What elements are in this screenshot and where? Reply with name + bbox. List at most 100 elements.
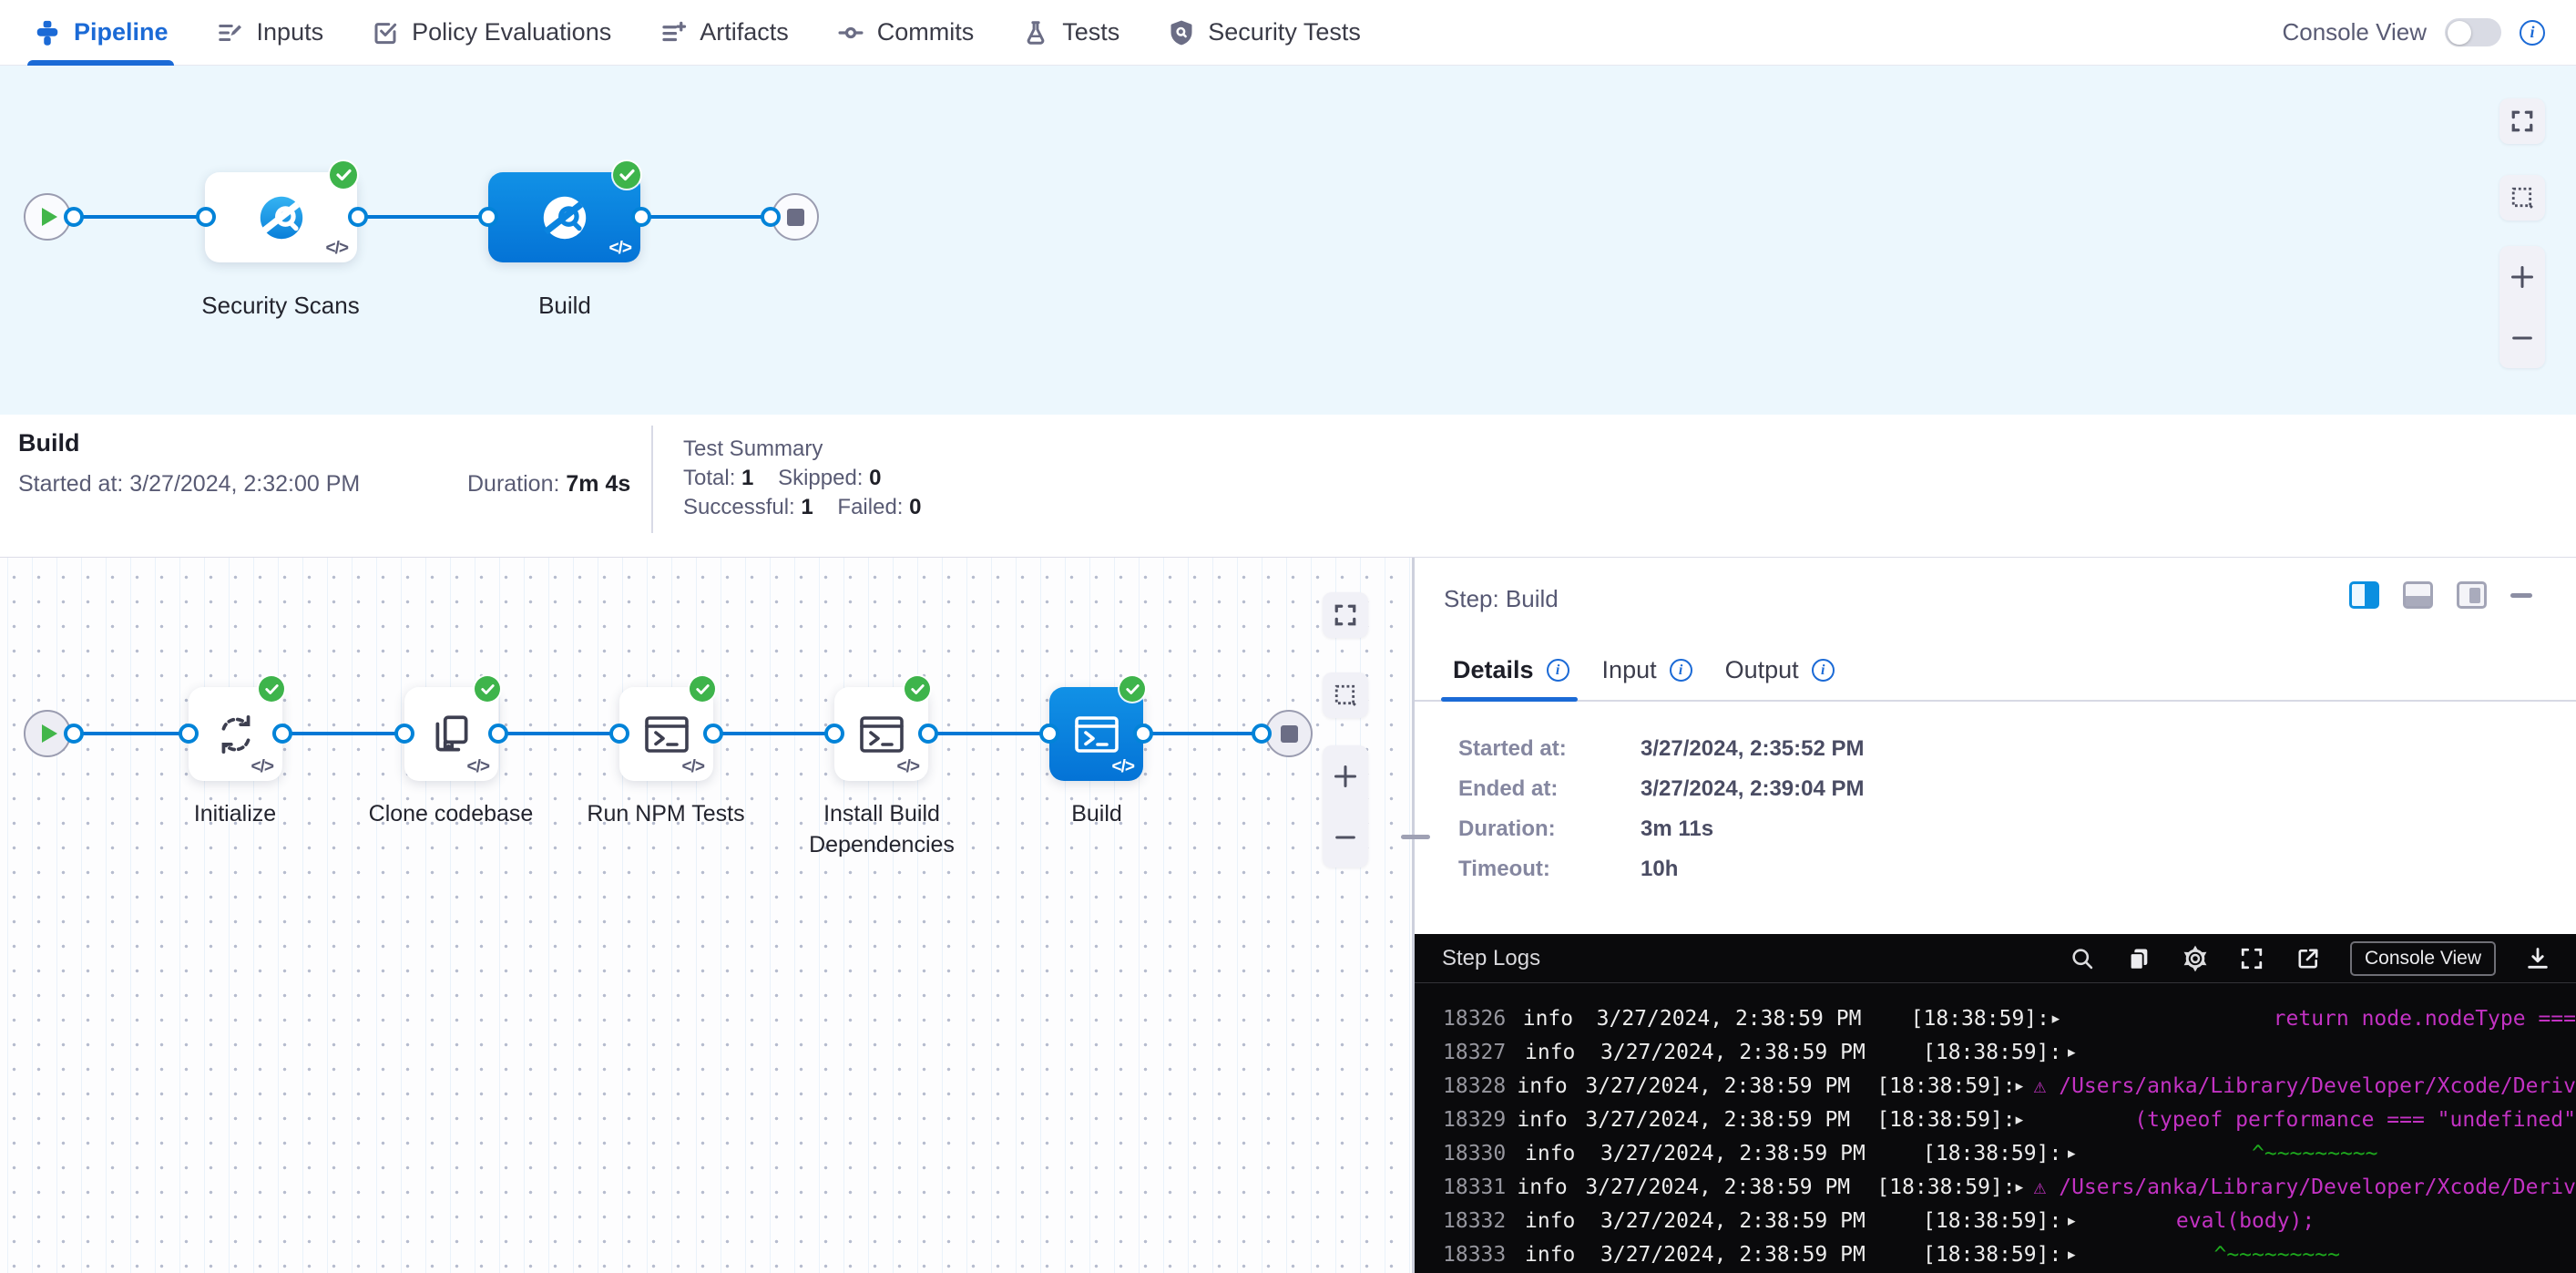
log-row[interactable]: 18326info3/27/2024, 2:38:59 PM[18:38:59]… (1415, 1002, 2576, 1036)
pipeline-icon (33, 18, 62, 47)
expand-logs-button[interactable] (2237, 944, 2266, 973)
info-icon[interactable]: i (1812, 659, 1835, 682)
log-row[interactable]: 18330info3/27/2024, 2:38:59 PM[18:38:59]… (1415, 1137, 2576, 1171)
stage-graph-canvas[interactable]: </> </> Security Scans Build (0, 66, 2576, 415)
tab-pipeline[interactable]: Pipeline (33, 0, 169, 66)
tab-artifacts[interactable]: Artifacts (659, 0, 789, 66)
zoom-in-button[interactable] (1323, 749, 1368, 804)
node-port (631, 207, 651, 227)
tab-label: Security Tests (1208, 18, 1361, 46)
zoom-out-button[interactable] (1323, 810, 1368, 865)
initialize-icon (213, 712, 259, 757)
expand-arrow-icon[interactable]: ▸ (2068, 1238, 2088, 1272)
log-row[interactable]: 18329info3/27/2024, 2:38:59 PM[18:38:59]… (1415, 1104, 2576, 1137)
tab-label: Inputs (257, 18, 324, 46)
log-line-number: 18327 (1443, 1036, 1525, 1070)
log-row[interactable]: 18328info3/27/2024, 2:38:59 PM[18:38:59]… (1415, 1070, 2576, 1104)
success-badge (259, 676, 284, 702)
tab-commits[interactable]: Commits (836, 0, 975, 66)
tab-label: Details (1453, 656, 1534, 684)
tab-policy-evaluations[interactable]: Policy Evaluations (371, 0, 611, 66)
terminal-icon (1073, 713, 1120, 756)
plus-icon (1333, 764, 1358, 789)
download-logs-button[interactable] (2523, 944, 2552, 973)
step-logs-title: Step Logs (1442, 946, 1540, 971)
tab-label: Input (1602, 656, 1657, 684)
zoom-out-button[interactable] (2499, 311, 2545, 365)
console-view-button[interactable]: Console View (2350, 941, 2496, 976)
stage-end-node[interactable] (1265, 710, 1313, 757)
log-row[interactable]: 18333info3/27/2024, 2:38:59 PM[18:38:59]… (1415, 1238, 2576, 1272)
code-glyph: </> (326, 239, 348, 259)
stop-icon (1281, 725, 1298, 743)
tab-security-tests[interactable]: Security Tests (1167, 0, 1361, 66)
fit-to-screen-button[interactable] (1323, 592, 1368, 638)
zoom-in-button[interactable] (2499, 250, 2545, 304)
test-summary-row2: Successful: 1 Failed: 0 (683, 493, 922, 522)
step-label-run-npm-tests[interactable]: Run NPM Tests (557, 798, 775, 829)
layout-floating-panel-button[interactable] (2457, 581, 2487, 609)
expand-arrow-icon[interactable]: ▸ (2068, 1137, 2088, 1171)
failed-value: 0 (909, 495, 921, 519)
tab-label: Commits (877, 18, 975, 46)
layout-right-panel-button[interactable] (2349, 581, 2379, 609)
log-date: 3/27/2024, 2:38:59 PM (1600, 1205, 1923, 1238)
expand-arrow-icon[interactable]: ▸ (2016, 1104, 2034, 1137)
panel-layout-controls (2349, 581, 2532, 609)
tab-input[interactable]: Input i (1602, 656, 1692, 684)
log-level: info (1517, 1070, 1585, 1104)
node-port (488, 724, 508, 744)
node-port (196, 207, 216, 227)
fullscreen-icon (2240, 947, 2264, 970)
copy-logs-button[interactable] (2124, 944, 2153, 973)
log-date: 3/27/2024, 2:38:59 PM (1585, 1104, 1876, 1137)
log-level: info (1525, 1205, 1600, 1238)
log-date: 3/27/2024, 2:38:59 PM (1597, 1002, 1911, 1036)
open-in-new-tab-button[interactable] (2294, 944, 2323, 973)
info-icon[interactable]: i (2520, 20, 2545, 46)
stage-label-build[interactable]: Build (428, 290, 701, 321)
minimize-panel-button[interactable] (2510, 593, 2532, 598)
expand-arrow-icon[interactable]: ▸ (2016, 1171, 2034, 1205)
log-settings-button[interactable] (2181, 944, 2210, 973)
plus-icon (2510, 264, 2535, 290)
log-row[interactable]: 18331info3/27/2024, 2:38:59 PM[18:38:59]… (1415, 1171, 2576, 1205)
log-row[interactable]: 18327info3/27/2024, 2:38:59 PM[18:38:59]… (1415, 1036, 2576, 1070)
security-scan-stage-icon (255, 191, 308, 244)
step-label-clone-codebase[interactable]: Clone codebase (342, 798, 560, 829)
search-logs-button[interactable] (2068, 944, 2097, 973)
connector-line (713, 732, 834, 735)
skipped-label: Skipped: (778, 466, 863, 490)
connector-line (282, 732, 404, 735)
log-line-number: 18330 (1443, 1137, 1525, 1171)
marquee-select-button[interactable] (2499, 175, 2545, 221)
step-label-install-build-dependencies[interactable]: Install Build Dependencies (786, 798, 977, 860)
expand-arrow-icon[interactable]: ▸ (2068, 1205, 2088, 1238)
step-graph-canvas[interactable]: </> </> </> (0, 558, 1415, 1273)
marquee-select-button[interactable] (1323, 672, 1368, 718)
console-view-toggle[interactable] (2445, 18, 2501, 46)
step-label-initialize[interactable]: Initialize (126, 798, 344, 829)
layout-bottom-panel-button[interactable] (2403, 581, 2433, 609)
tab-details[interactable]: Details i (1453, 656, 1569, 684)
fit-to-screen-button[interactable] (2499, 98, 2545, 144)
expand-arrow-icon[interactable]: ▸ (2016, 1070, 2034, 1104)
expand-arrow-icon[interactable]: ▸ (2052, 1002, 2071, 1036)
tab-inputs[interactable]: Inputs (216, 0, 324, 66)
log-row[interactable]: 18332info3/27/2024, 2:38:59 PM[18:38:59]… (1415, 1205, 2576, 1238)
info-icon[interactable]: i (1547, 659, 1569, 682)
panel-resize-handle[interactable] (1401, 835, 1430, 839)
success-badge (613, 161, 640, 189)
node-port (348, 207, 368, 227)
log-message: eval(body); (2088, 1205, 2315, 1238)
log-level: info (1517, 1104, 1585, 1137)
top-nav: Pipeline Inputs Policy Evaluations Artif… (0, 0, 2576, 66)
tab-output[interactable]: Output i (1725, 656, 1835, 684)
info-icon[interactable]: i (1670, 659, 1692, 682)
log-rows[interactable]: 18326info3/27/2024, 2:38:59 PM[18:38:59]… (1415, 984, 2576, 1273)
step-label-build[interactable]: Build (987, 798, 1206, 829)
expand-arrow-icon[interactable]: ▸ (2068, 1036, 2088, 1070)
tab-tests[interactable]: Tests (1021, 0, 1119, 66)
tabs-baseline (1415, 700, 2576, 702)
stage-label-security-scans[interactable]: Security Scans (144, 290, 417, 321)
